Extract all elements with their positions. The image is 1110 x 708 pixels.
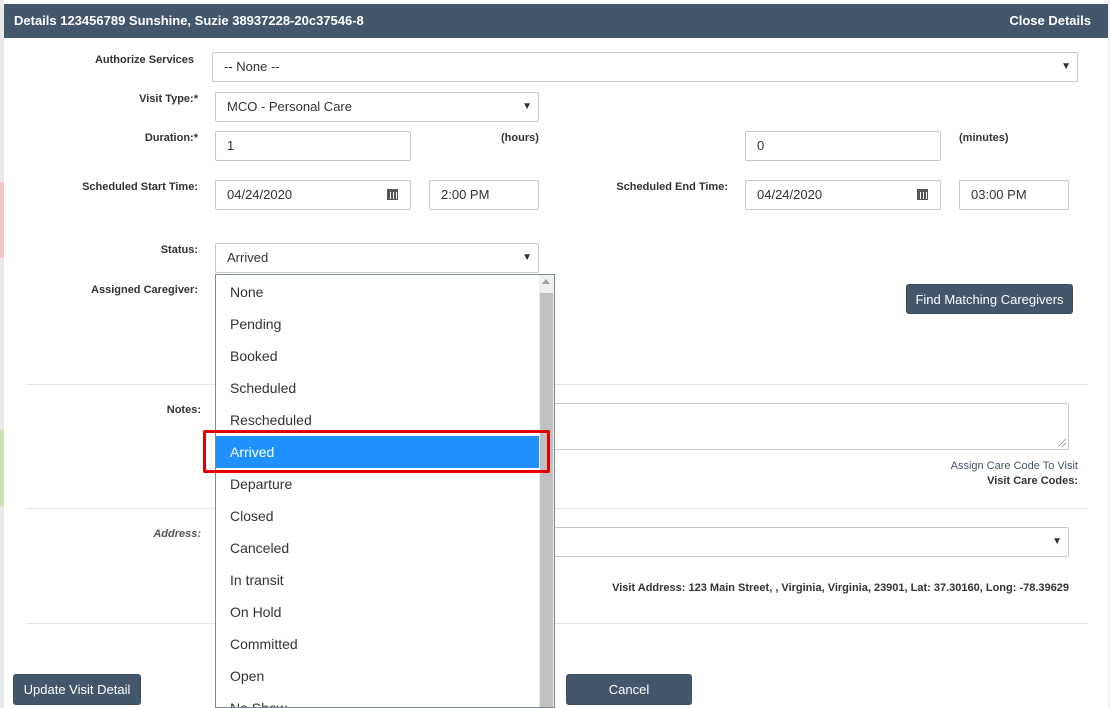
calendar-icon[interactable] <box>917 189 928 200</box>
status-option-pending[interactable]: Pending <box>216 308 540 340</box>
duration-hours-input[interactable]: 1 <box>215 131 411 161</box>
section-divider <box>27 384 1087 385</box>
status-label: Status: <box>160 244 198 256</box>
visit-type-select[interactable]: MCO - Personal Care ▼ <box>215 92 539 122</box>
status-option-on-hold[interactable]: On Hold <box>216 596 540 628</box>
resize-grip-icon[interactable] <box>1058 439 1066 447</box>
section-divider <box>27 508 1087 509</box>
end-time-input[interactable]: 03:00 PM <box>959 180 1069 210</box>
calendar-icon[interactable] <box>387 189 398 200</box>
status-option-canceled[interactable]: Canceled <box>216 532 540 564</box>
cancel-button[interactable]: Cancel <box>566 674 692 705</box>
visit-type-value: MCO - Personal Care <box>227 99 352 114</box>
status-option-booked[interactable]: Booked <box>216 340 540 372</box>
authorize-services-label: Authorize Services <box>94 54 194 66</box>
end-date-input[interactable]: 04/24/2020 <box>745 180 941 210</box>
chevron-down-icon: ▼ <box>522 252 532 263</box>
scheduled-start-label: Scheduled Start Time: <box>82 181 198 193</box>
authorize-services-select[interactable]: -- None -- ▼ <box>212 52 1078 82</box>
status-option-none[interactable]: None <box>216 276 540 308</box>
minutes-unit-label: (minutes) <box>959 132 1009 144</box>
status-dropdown-list[interactable]: None Pending Booked Scheduled Rescheduled Arr… <box>215 274 555 708</box>
address-label: Address: <box>153 528 201 540</box>
section-divider <box>27 623 1087 624</box>
authorize-services-value: -- None -- <box>224 59 280 74</box>
status-option-rescheduled[interactable]: Rescheduled <box>216 404 540 436</box>
status-option-departure[interactable]: Departure <box>216 468 540 500</box>
status-option-no-show[interactable]: No Show <box>216 692 540 707</box>
dropdown-scrollbar[interactable] <box>539 275 554 707</box>
status-option-scheduled[interactable]: Scheduled <box>216 372 540 404</box>
visit-address-text: Visit Address: 123 Main Street, , Virgin… <box>612 582 1069 594</box>
duration-label: Duration:* <box>144 132 198 144</box>
duration-minutes-input[interactable]: 0 <box>745 131 941 161</box>
status-option-in-transit[interactable]: In transit <box>216 564 540 596</box>
chevron-down-icon: ▼ <box>1052 536 1062 547</box>
start-date-input[interactable]: 04/24/2020 <box>215 180 411 210</box>
update-visit-detail-button[interactable]: Update Visit Detail <box>13 674 141 705</box>
visit-type-label: Visit Type:* <box>139 93 198 105</box>
end-date-value: 04/24/2020 <box>757 187 823 202</box>
status-option-committed[interactable]: Committed <box>216 628 540 660</box>
scheduled-end-label: Scheduled End Time: <box>616 181 728 193</box>
status-option-arrived[interactable]: Arrived <box>216 436 540 468</box>
close-details-link[interactable]: Close Details <box>1009 13 1091 28</box>
modal-title: Details 123456789 Sunshine, Suzie 389372… <box>14 13 364 28</box>
visit-care-codes-label: Visit Care Codes: <box>987 475 1078 487</box>
status-select[interactable]: Arrived ▼ <box>215 243 539 273</box>
chevron-down-icon: ▼ <box>1061 61 1071 72</box>
status-option-open[interactable]: Open <box>216 660 540 692</box>
status-option-closed[interactable]: Closed <box>216 500 540 532</box>
scrollbar-thumb[interactable] <box>540 293 553 707</box>
hours-unit-label: (hours) <box>501 132 539 144</box>
find-matching-caregivers-button[interactable]: Find Matching Caregivers <box>906 284 1073 314</box>
assign-care-code-link[interactable]: Assign Care Code To Visit <box>951 460 1078 472</box>
visit-details-modal: Details 123456789 Sunshine, Suzie 389372… <box>4 4 1108 708</box>
notes-label: Notes: <box>166 404 201 416</box>
status-value: Arrived <box>227 250 269 265</box>
scroll-up-arrow-icon[interactable] <box>542 279 550 284</box>
assigned-caregiver-label: Assigned Caregiver: <box>91 284 198 296</box>
start-date-value: 04/24/2020 <box>227 187 293 202</box>
modal-header: Details 123456789 Sunshine, Suzie 389372… <box>4 4 1108 38</box>
start-time-input[interactable]: 2:00 PM <box>429 180 539 210</box>
chevron-down-icon: ▼ <box>522 101 532 112</box>
